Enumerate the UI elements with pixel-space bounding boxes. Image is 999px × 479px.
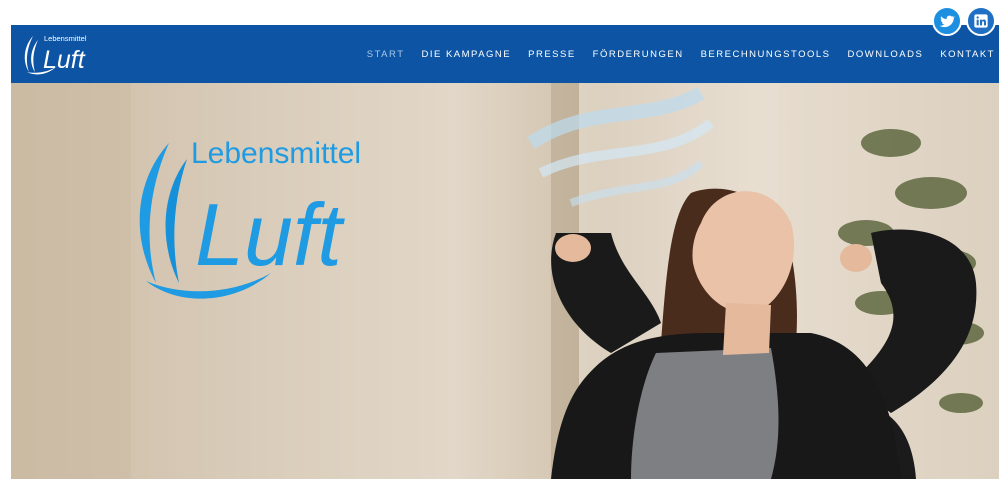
hero-logo-top-text: Lebensmittel: [191, 137, 361, 170]
logo-swoosh-icon: Lebensmittel Luft: [24, 34, 87, 75]
site-logo[interactable]: Lebensmittel Luft: [19, 28, 109, 78]
social-links: [932, 6, 996, 36]
nav-kontakt[interactable]: KONTAKT: [940, 49, 995, 60]
logo-small-main-text: Luft: [43, 46, 86, 74]
hero-banner: Lebensmittel Luft: [11, 83, 999, 479]
nav-berechnungstools[interactable]: BERECHNUNGSTOOLS: [701, 49, 831, 60]
nav-foerderungen[interactable]: FÖRDERUNGEN: [593, 49, 684, 60]
logo-small-top-text: Lebensmittel: [44, 34, 87, 43]
linkedin-icon: [974, 14, 988, 28]
linkedin-button[interactable]: [966, 6, 996, 36]
twitter-icon: [939, 15, 955, 28]
hero-logo-main-text: Luft: [195, 185, 345, 284]
twitter-button[interactable]: [932, 6, 962, 36]
hero-logo: Lebensmittel Luft: [139, 137, 361, 299]
site-header: Lebensmittel Luft START DIE KAMPAGNE PRE…: [11, 25, 999, 83]
nav-downloads[interactable]: DOWNLOADS: [848, 49, 924, 60]
hero-logo-swoosh-2: [165, 159, 187, 283]
nav-die-kampagne[interactable]: DIE KAMPAGNE: [422, 49, 512, 60]
nav-presse[interactable]: PRESSE: [528, 49, 576, 60]
hero-logo-swoosh-1: [139, 143, 169, 283]
nav-start[interactable]: START: [367, 49, 405, 60]
main-nav: START DIE KAMPAGNE PRESSE FÖRDERUNGEN BE…: [350, 25, 995, 83]
